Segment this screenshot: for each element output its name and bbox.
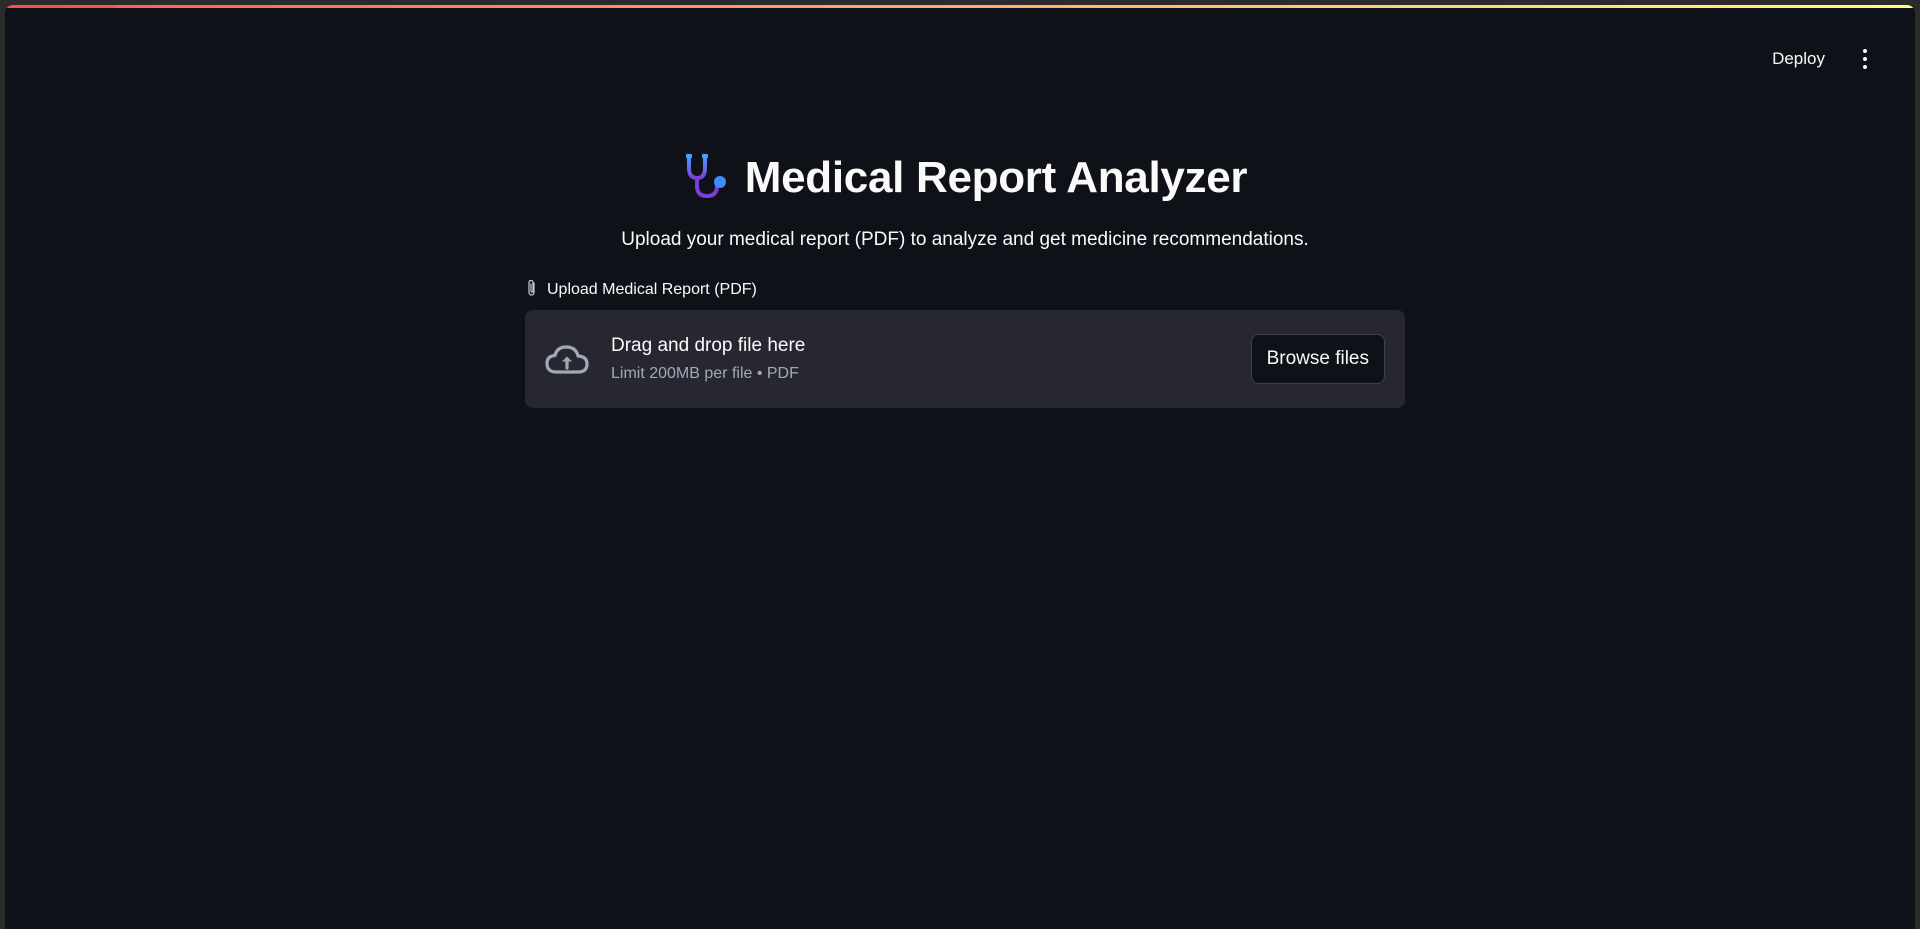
file-dropzone[interactable]: Drag and drop file here Limit 200MB per … — [525, 310, 1405, 408]
app-window: Deploy Medical Report Analyzer Upload yo… — [5, 5, 1915, 929]
header-toolbar: Deploy — [1764, 43, 1875, 75]
stethoscope-icon — [683, 152, 731, 205]
page-title: Medical Report Analyzer — [744, 153, 1248, 202]
dropzone-title: Drag and drop file here — [611, 335, 806, 356]
paperclip-icon — [525, 279, 539, 302]
main-content: Medical Report Analyzer Upload your medi… — [525, 145, 1405, 408]
top-bar-shadow — [115, 5, 1715, 8]
uploader-label-row: Upload Medical Report (PDF) — [525, 279, 1405, 301]
title-row: Medical Report Analyzer — [525, 145, 1405, 211]
dropzone-text: Drag and drop file here Limit 200MB per … — [611, 335, 805, 383]
uploader-label: Upload Medical Report (PDF) — [547, 281, 757, 298]
page-subtitle: Upload your medical report (PDF) to anal… — [621, 229, 1309, 250]
deploy-button[interactable]: Deploy — [1764, 43, 1833, 75]
dropzone-limit-hint: Limit 200MB per file • PDF — [611, 365, 799, 382]
vertical-ellipsis-icon — [1863, 49, 1867, 69]
cloud-upload-icon — [543, 335, 591, 383]
browse-files-button[interactable]: Browse files — [1250, 334, 1385, 384]
main-menu-button[interactable] — [1855, 44, 1875, 74]
